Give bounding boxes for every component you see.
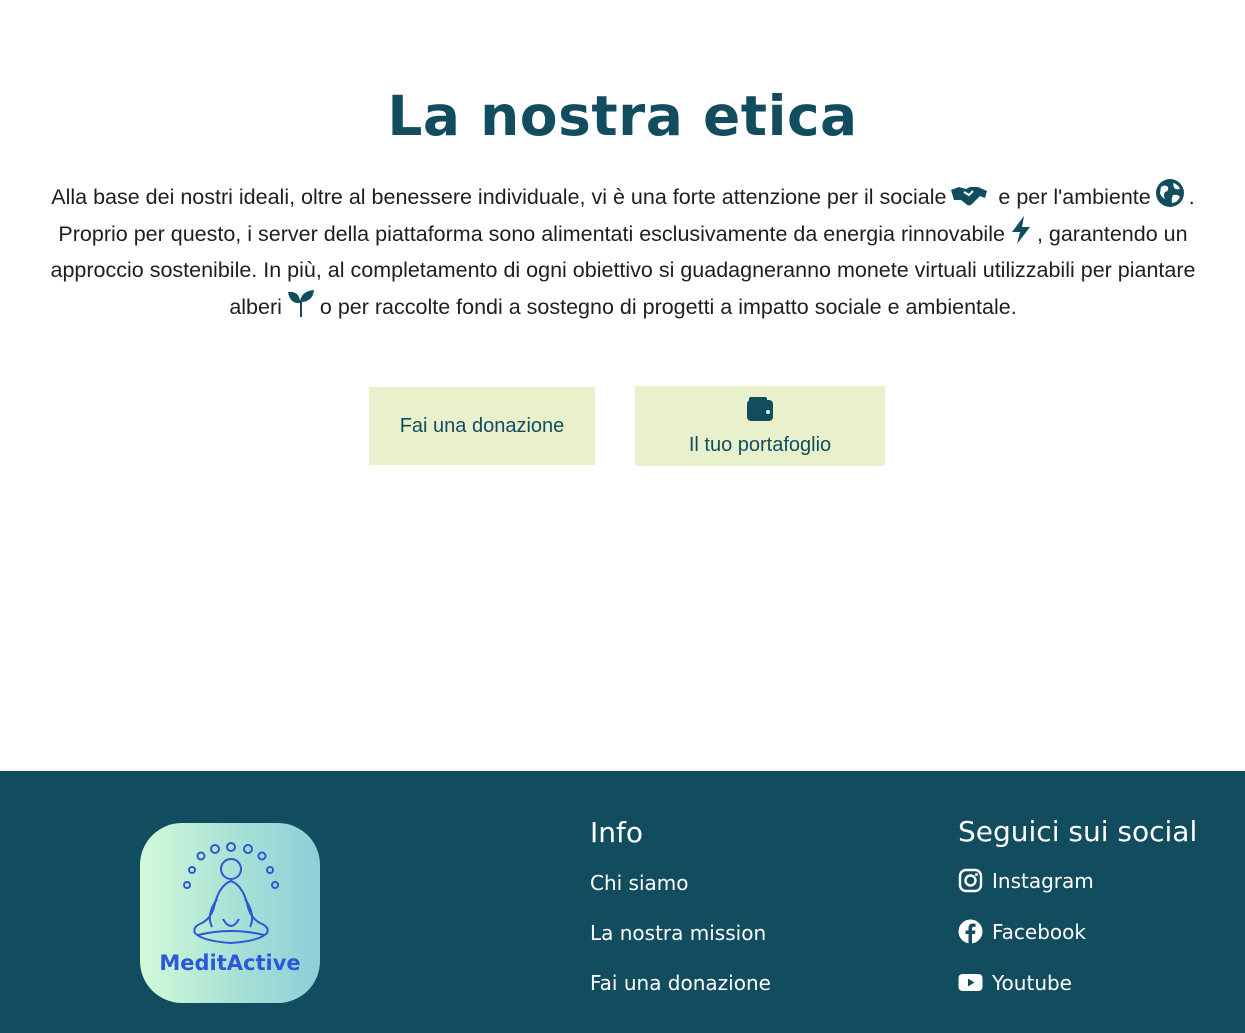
ethics-text-2: e per l'ambiente [998, 185, 1151, 209]
instagram-icon [958, 868, 983, 893]
footer-link-instagram[interactable]: Instagram [958, 868, 1094, 893]
footer-link-youtube[interactable]: Youtube [958, 970, 1072, 995]
donate-button-label: Fai una donazione [399, 414, 565, 437]
logo-text: MeditActive [159, 951, 301, 975]
handshake-icon [950, 184, 988, 208]
footer: MeditActive Info Chi siamo La nostra mis… [0, 771, 1245, 1033]
ethics-paragraph: Alla base dei nostri ideali, oltre al be… [38, 178, 1208, 325]
ethics-text-1: Alla base dei nostri ideali, oltre al be… [51, 185, 947, 209]
facebook-label: Facebook [992, 919, 1086, 944]
globe-icon [1155, 178, 1185, 208]
footer-info-title: Info [590, 816, 643, 849]
seedling-icon [286, 288, 316, 318]
meditactive-logo[interactable]: MeditActive [140, 823, 320, 1003]
footer-link-chi-siamo[interactable]: Chi siamo [590, 871, 689, 895]
footer-link-mission[interactable]: La nostra mission [590, 921, 766, 945]
donate-button[interactable]: Fai una donazione [369, 387, 595, 465]
footer-link-facebook[interactable]: Facebook [958, 919, 1086, 944]
lightning-bolt-icon [1009, 215, 1033, 245]
wallet-icon [746, 396, 774, 428]
youtube-icon [958, 970, 983, 995]
instagram-label: Instagram [992, 868, 1094, 893]
footer-link-donazione[interactable]: Fai una donazione [590, 971, 771, 995]
youtube-label: Youtube [992, 970, 1072, 995]
wallet-button[interactable]: Il tuo portafoglio [635, 386, 885, 466]
page-title: La nostra etica [387, 84, 858, 148]
wallet-button-label: Il tuo portafoglio [688, 433, 832, 456]
footer-social-title: Seguici sui social [958, 815, 1198, 848]
ethics-text-5: o per raccolte fondi a sostegno di proge… [319, 295, 1017, 319]
facebook-icon [958, 919, 983, 944]
